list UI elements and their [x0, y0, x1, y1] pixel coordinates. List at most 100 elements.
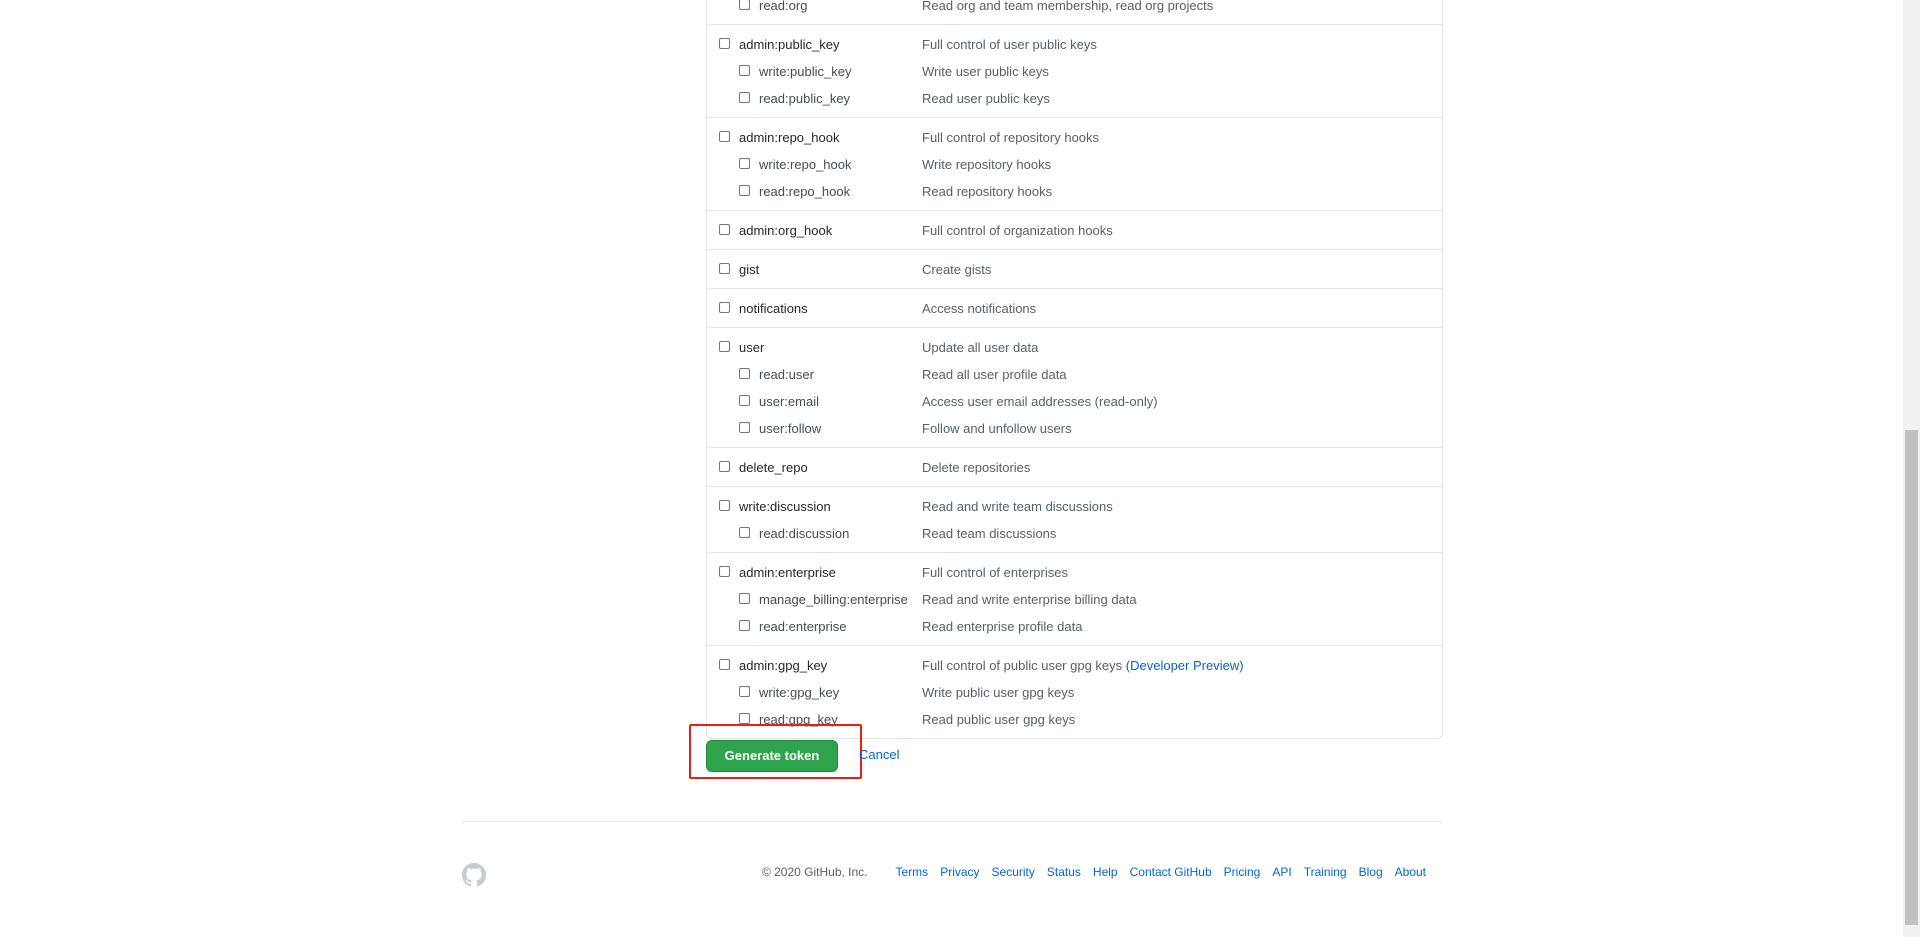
scope-name[interactable]: admin:enterprise [739, 559, 836, 586]
scope-description: Write repository hooks [922, 151, 1051, 178]
scope-checkbox[interactable] [719, 302, 730, 313]
scope-name[interactable]: read:repo_hook [759, 178, 850, 205]
scope-description: Read org and team membership, read org p… [922, 0, 1213, 19]
scope-name[interactable]: user [739, 334, 764, 361]
scope-description: Read public user gpg keys [922, 706, 1075, 733]
scope-description-text: Full control of organization hooks [922, 223, 1113, 238]
scope-checkbox[interactable] [739, 713, 750, 724]
subscope-row: write:gpg_key Write public user gpg keys [707, 679, 1442, 706]
scope-checkbox[interactable] [739, 527, 750, 538]
subscope-row: read:discussion Read team discussions [707, 520, 1442, 547]
scope-row: write:discussion Read and write team disc… [707, 493, 1442, 520]
scrollbar-thumb[interactable] [1905, 430, 1918, 925]
scope-description: Full control of user public keys [922, 31, 1097, 58]
footer-link-status[interactable]: Status [1047, 865, 1081, 879]
subscope-row: write:public_key Write user public keys [707, 58, 1442, 85]
scope-group: gist Create gists [707, 250, 1442, 289]
scope-name[interactable]: notifications [739, 295, 808, 322]
scope-checkbox[interactable] [719, 659, 730, 670]
scope-row: admin:public_key Full control of user pub… [707, 31, 1442, 58]
scope-name[interactable]: admin:public_key [739, 31, 839, 58]
scope-name[interactable]: read:public_key [759, 85, 850, 112]
scope-name[interactable]: admin:repo_hook [739, 124, 839, 151]
scope-name[interactable]: delete_repo [739, 454, 808, 481]
scope-description-text: Read repository hooks [922, 184, 1053, 199]
scope-checkbox[interactable] [719, 341, 730, 352]
scope-checkbox[interactable] [739, 686, 750, 697]
generate-token-button[interactable]: Generate token [706, 740, 838, 772]
scope-checkbox[interactable] [739, 593, 750, 604]
scope-checkbox[interactable] [739, 92, 750, 103]
scope-checkbox[interactable] [719, 224, 730, 235]
scope-description: Create gists [922, 256, 991, 283]
scope-description: Access notifications [922, 295, 1036, 322]
scope-name[interactable]: user:email [759, 388, 819, 415]
scope-name[interactable]: read:user [759, 361, 814, 388]
scope-checkbox[interactable] [719, 566, 730, 577]
footer-divider [462, 821, 1442, 822]
vertical-scrollbar[interactable] [1903, 0, 1920, 937]
scope-name[interactable]: admin:gpg_key [739, 652, 827, 679]
scope-group: admin:enterprise Full control of enterpri… [707, 553, 1442, 646]
scope-description: Read all user profile data [922, 361, 1067, 388]
scope-name[interactable]: read:org [759, 0, 807, 19]
scope-description-text: Full control of user public keys [922, 37, 1097, 52]
scope-name[interactable]: read:enterprise [759, 613, 846, 640]
scope-checkbox[interactable] [719, 131, 730, 142]
footer-link-privacy[interactable]: Privacy [940, 865, 979, 879]
footer-link-terms[interactable]: Terms [896, 865, 929, 879]
developer-preview-link[interactable]: (Developer Preview) [1126, 658, 1244, 673]
subscope-row: read:user Read all user profile data [707, 361, 1442, 388]
scope-checkbox[interactable] [739, 620, 750, 631]
scope-checkbox[interactable] [739, 65, 750, 76]
scope-name[interactable]: write:discussion [739, 493, 831, 520]
footer-link-contact-github[interactable]: Contact GitHub [1130, 865, 1212, 879]
scope-description-text: Write repository hooks [922, 157, 1052, 172]
scope-checkbox[interactable] [719, 461, 730, 472]
scope-checkbox[interactable] [719, 500, 730, 511]
scope-group: write:discussion Read and write team disc… [707, 487, 1442, 553]
subscope-row: read:org Read org and team membership, re… [707, 0, 1442, 19]
cancel-link[interactable]: Cancel [859, 747, 899, 762]
footer-link-api[interactable]: API [1272, 865, 1291, 879]
footer-link-training[interactable]: Training [1304, 865, 1347, 879]
scope-description: Read enterprise profile data [922, 613, 1082, 640]
scope-description: Delete repositories [922, 454, 1030, 481]
scope-checkbox[interactable] [739, 368, 750, 379]
footer-link-help[interactable]: Help [1093, 865, 1118, 879]
scope-name[interactable]: write:public_key [759, 58, 852, 85]
footer-link-security[interactable]: Security [992, 865, 1035, 879]
github-mark-icon[interactable] [462, 863, 486, 887]
scope-description: Full control of public user gpg keys (De… [922, 652, 1244, 679]
scope-row: admin:gpg_key Full control of public user… [707, 652, 1442, 679]
scope-name[interactable]: user:follow [759, 415, 821, 442]
scope-description-text: Read user public keys [922, 91, 1050, 106]
scope-name[interactable]: read:discussion [759, 520, 849, 547]
scope-description-text: Access notifications [922, 301, 1037, 316]
scope-name[interactable]: write:gpg_key [759, 679, 839, 706]
scope-description-text: Read all user profile data [922, 367, 1067, 382]
scope-checkbox[interactable] [719, 38, 730, 49]
footer-link-pricing[interactable]: Pricing [1224, 865, 1261, 879]
scope-description-text: Full control of public user gpg keys [922, 658, 1123, 673]
scope-checkbox[interactable] [739, 0, 750, 10]
scope-checkbox[interactable] [739, 395, 750, 406]
scope-checkbox[interactable] [739, 422, 750, 433]
scope-description: Read team discussions [922, 520, 1056, 547]
scope-name[interactable]: write:repo_hook [759, 151, 852, 178]
scope-group: admin:repo_hook Full control of repositor… [707, 118, 1442, 211]
footer-link-about[interactable]: About [1395, 865, 1426, 879]
scope-checkbox[interactable] [739, 185, 750, 196]
scope-name[interactable]: admin:org_hook [739, 217, 832, 244]
scope-description: Read user public keys [922, 85, 1050, 112]
scope-description: Update all user data [922, 334, 1038, 361]
footer-copyright: © 2020 GitHub, Inc. [761, 865, 868, 879]
scope-name[interactable]: gist [739, 256, 759, 283]
page: read:org Read org and team membership, re… [0, 0, 1920, 937]
footer-link-blog[interactable]: Blog [1359, 865, 1383, 879]
scope-name[interactable]: manage_billing:enterprise [759, 586, 908, 613]
scope-checkbox[interactable] [719, 263, 730, 274]
scope-group: delete_repo Delete repositories [707, 448, 1442, 487]
scope-description: Full control of repository hooks [922, 124, 1099, 151]
scope-checkbox[interactable] [739, 158, 750, 169]
